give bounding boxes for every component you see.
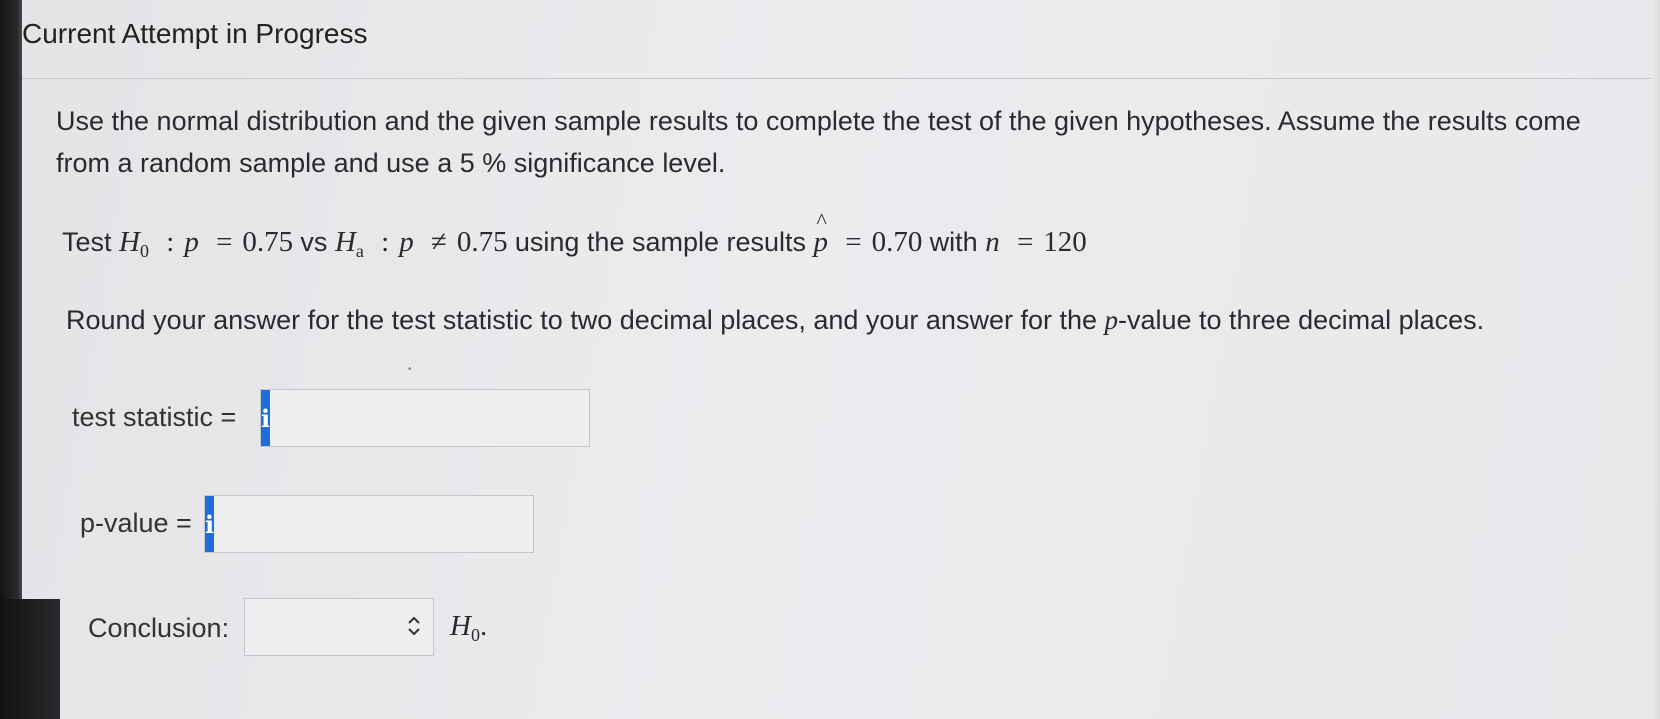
h0-colon: : (166, 226, 175, 258)
h0-symbol: H (119, 226, 140, 258)
ha-not-equal: ≠ (430, 226, 447, 258)
conclusion-label: Conclusion: (88, 613, 230, 643)
h0-subscript: 0 (140, 241, 149, 261)
conclusion-h0-symbol: H (450, 610, 471, 642)
sample-size: n = 120 (985, 226, 1087, 258)
rounding-text-start: Round your answer for the test statistic… (66, 305, 1105, 335)
rounding-text-end: -value to three decimal places. (1118, 305, 1485, 335)
rounding-instructions: Round your answer for the test statistic… (66, 305, 1484, 336)
ha-symbol: H (334, 226, 356, 258)
with-word: with (929, 227, 978, 257)
test-statistic-info-button[interactable]: i (261, 390, 271, 446)
n-equals: = (1016, 226, 1034, 258)
n-letter: n (985, 226, 1000, 258)
n-value: 120 (1043, 226, 1087, 258)
null-hypothesis: H0 : p = 0.75 (119, 226, 300, 261)
ha-colon: : (381, 226, 390, 258)
test-statistic-label: test statistic = (72, 402, 237, 432)
phat-value: 0.70 (871, 226, 923, 258)
conclusion-h0: H0. (450, 610, 487, 646)
conclusion-period: . (479, 610, 488, 642)
chevron-updown-icon (408, 616, 420, 636)
p-value-info-button[interactable]: i (205, 496, 215, 552)
p-value-answer: i (204, 495, 545, 553)
p-value-label: p-value = (80, 508, 192, 538)
info-icon: i (261, 403, 271, 433)
p-value-input[interactable] (214, 496, 545, 552)
h0-equals: = (216, 226, 233, 258)
ha-p: p (399, 226, 414, 258)
phat-hat: ^ (816, 208, 827, 233)
ha-subscript: a (355, 241, 364, 261)
alternative-hypothesis: Ha : p ≠ 0.75 (334, 226, 515, 261)
conclusion-select[interactable] (244, 598, 434, 656)
stray-mark: • (408, 364, 412, 375)
page-title: Current Attempt in Progress (22, 18, 368, 49)
vs-word: vs (300, 227, 328, 257)
test-statistic-answer: i (260, 389, 601, 447)
rounding-p-letter: p (1104, 305, 1119, 335)
test-word: Test (62, 227, 112, 257)
hypothesis-line: Test H0 :p = 0.75 vs Ha :p ≠ 0.75 using th… (62, 208, 1087, 262)
phat-equals: = (845, 226, 862, 258)
ha-value: 0.75 (456, 226, 508, 258)
test-statistic-input[interactable] (270, 390, 601, 446)
info-icon: i (205, 509, 215, 539)
screen-edge (1652, 0, 1660, 719)
h0-p: p (184, 226, 199, 258)
h0-value: 0.75 (242, 226, 294, 258)
conclusion-h0-subscript: 0 (470, 625, 480, 645)
phat-symbol: ^ p (814, 208, 829, 259)
sample-proportion: ^ p = 0.70 (814, 208, 930, 259)
header-divider (22, 78, 1652, 79)
using-text: using the sample results (514, 227, 807, 257)
question-prompt: Use the normal distribution and the give… (56, 106, 1581, 178)
screen-bezel (0, 0, 60, 719)
